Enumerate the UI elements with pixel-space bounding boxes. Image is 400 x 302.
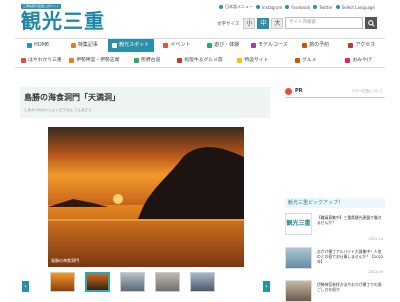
thumbnail[interactable] (85, 272, 110, 292)
font-size-switcher: 文字サイズ 小 中 大 (217, 18, 284, 29)
experience-icon (207, 43, 213, 48)
nav-access[interactable]: アクセス (339, 39, 385, 52)
search-input[interactable]: サイト内検索 (285, 17, 363, 29)
pickup-card-text: 伊勢神宮参拝方法やおかげ横丁での過ごし方を紹介 (317, 282, 382, 292)
special-icon (237, 58, 243, 63)
carousel-next-button[interactable]: › (263, 281, 270, 292)
main-photo[interactable]: 島勝の海食洞門 (48, 127, 244, 267)
gourmet-icon (295, 58, 301, 63)
chevron-right-icon: › (265, 283, 268, 290)
nav-gourmet[interactable]: グルメ (279, 54, 332, 67)
pickup-card-text: 【職員募集中】三重県観光連盟で働きませんか？ (317, 215, 382, 225)
search-icon (367, 19, 375, 27)
beef-icon (177, 58, 183, 63)
trail-icon (134, 58, 140, 63)
font-size-label: 文字サイズ (217, 21, 240, 27)
spot-icon (112, 43, 118, 48)
event-icon (163, 43, 169, 48)
top-link-twitter[interactable]: Twitter (313, 4, 333, 10)
pr-banner-link[interactable]: バナー広告について (352, 89, 383, 94)
thumbnail[interactable] (155, 272, 180, 292)
page-title-reading: しまかつのかいしょくどうもん てんまどう (24, 108, 92, 112)
pickup-thumbnail (285, 280, 312, 302)
twitter-icon (313, 5, 318, 9)
primary-nav: HOME 特集記事 観光スポット イベント 遊び・体験 モデルコース 旅の予約 … (15, 38, 385, 52)
site-header: 三重県観光連盟公式サイト 観光三重 日本語メニュー Instagram Face… (0, 0, 400, 38)
sunset-sea-cave-image (48, 127, 244, 267)
pickup-thumbnail (285, 247, 312, 269)
access-icon (348, 43, 354, 48)
top-link-language[interactable]: Select Language (335, 4, 375, 10)
language-icon (335, 5, 340, 9)
shrine-icon (69, 58, 75, 63)
instagram-icon (256, 5, 260, 9)
page-title-box: 島勝の海食洞門「天満洞」 しまかつのかいしょくどうもん てんまどう (20, 87, 270, 118)
nav-souvenir[interactable]: おみやげ (332, 54, 385, 67)
pickup-card[interactable]: 伊勢神宮参拝方法やおかげ横丁での過ごし方を紹介 (285, 280, 385, 302)
font-size-small-button[interactable]: 小 (243, 18, 256, 29)
nav-features[interactable]: 特集記事 (61, 39, 107, 52)
search-button[interactable] (365, 17, 377, 29)
pickup-card-date: 2022.09 (368, 270, 383, 274)
pr-title: PR (295, 88, 303, 94)
booking-icon (302, 43, 308, 48)
secondary-nav: はやわかり三重 伊勢神宮・伊勢志摩 熊野古道 松阪牛＆グルメ旅 特設サイト グル… (15, 54, 385, 68)
nav-matsusaka[interactable]: 松阪牛＆グルメ旅 (174, 54, 227, 67)
top-link-facebook[interactable]: Facebook (285, 4, 310, 10)
top-link-japanese[interactable]: 日本語メニュー (219, 4, 253, 10)
globe-icon (219, 5, 223, 9)
pickup-thumbnail: 観光三重 (285, 213, 312, 235)
page-title: 島勝の海食洞門「天満洞」 (24, 93, 120, 102)
quick-icon (21, 58, 27, 63)
pickup-card-text: おかげ横丁アルバイト大募集中！人気のとの宿でお仕事しませんか？【2022年】 (317, 249, 384, 264)
pickup-card[interactable]: おかげ横丁アルバイト大募集中！人気のとの宿でお仕事しませんか？【2022年】 2… (285, 247, 385, 277)
nav-booking[interactable]: 旅の予約 (293, 39, 339, 52)
photo-caption: 島勝の海食洞門 (51, 258, 79, 263)
souvenir-icon (345, 58, 351, 63)
font-size-large-button[interactable]: 大 (271, 18, 284, 29)
top-link-instagram[interactable]: Instagram (256, 4, 282, 10)
thumbnail[interactable] (190, 272, 215, 292)
thumbnail[interactable] (50, 272, 75, 292)
nav-events[interactable]: イベント (154, 39, 200, 52)
pickup-card[interactable]: 観光三重 【職員募集中】三重県観光連盟で働きませんか？ 2022.10 (285, 213, 385, 245)
nav-experience[interactable]: 遊び・体験 (200, 39, 246, 52)
photo-thumbnails (50, 272, 215, 292)
course-icon (251, 43, 257, 48)
facebook-icon (285, 5, 290, 9)
top-links: 日本語メニュー Instagram Facebook Twitter Selec… (219, 4, 375, 10)
home-icon (27, 43, 33, 48)
carousel-prev-button[interactable]: ‹ (22, 281, 29, 292)
nav-ise[interactable]: 伊勢神宮・伊勢志摩 (68, 54, 121, 67)
font-size-medium-button[interactable]: 中 (257, 18, 270, 29)
pickup-heading: 観光三重ピックアップ！ (285, 198, 385, 208)
nav-kumano[interactable]: 熊野古道 (121, 54, 174, 67)
nav-special[interactable]: 特設サイト (226, 54, 279, 67)
article-icon (70, 43, 76, 48)
nav-courses[interactable]: モデルコース (246, 39, 292, 52)
nav-home[interactable]: HOME (15, 39, 61, 52)
nav-quick-guide[interactable]: はやわかり三重 (15, 54, 68, 67)
chevron-left-icon: ‹ (24, 283, 27, 290)
pr-header: PR バナー広告について (285, 88, 385, 98)
pr-icon (285, 88, 292, 95)
site-logo[interactable]: 観光三重 (21, 9, 105, 33)
pickup-card-date: 2022.10 (368, 237, 383, 241)
nav-spots[interactable]: 観光スポット (107, 39, 154, 52)
thumbnail[interactable] (120, 272, 145, 292)
